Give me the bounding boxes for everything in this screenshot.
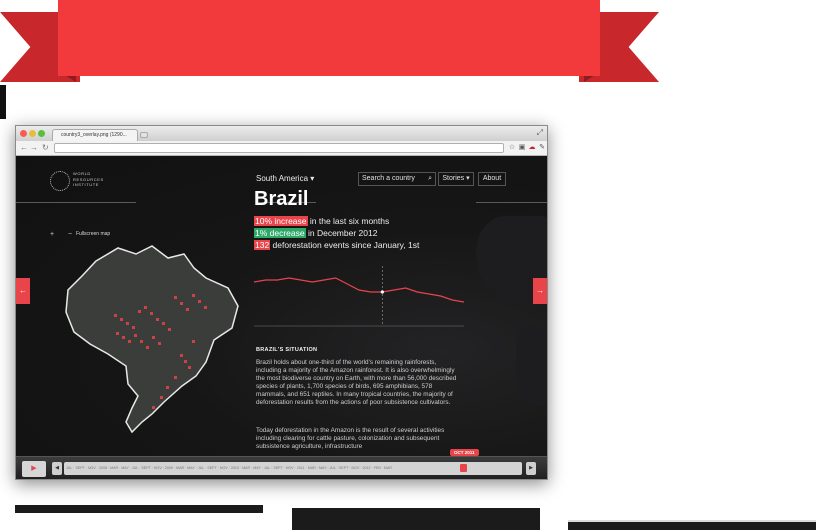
region-dropdown[interactable]: South America ▾: [256, 174, 314, 183]
chevron-left-icon: ◀: [55, 465, 59, 471]
bookmark-icon[interactable]: ☆: [508, 143, 516, 152]
chevron-right-icon: ▶: [529, 465, 533, 471]
about-button[interactable]: About: [478, 172, 506, 186]
tab-title: country3_overlay.png (1290...: [61, 132, 127, 138]
stat-events-text: deforestation events since January, 1st: [270, 240, 420, 250]
ribbon-banner: [58, 0, 600, 76]
timeline-current-label: OCT 2011: [450, 449, 479, 456]
stat-increase-highlight: 10% increase: [254, 216, 308, 226]
title-bar: country3_overlay.png (1290... ⤢: [16, 126, 547, 141]
brazil-map[interactable]: [56, 236, 256, 436]
maximize-window-button[interactable]: [38, 130, 45, 137]
play-button[interactable]: ▶: [22, 461, 46, 477]
search-label: Search a country: [362, 175, 415, 182]
logo-line-3: INSTITUTE: [73, 182, 100, 187]
stat-decrease: 1% decrease in December 2012: [254, 228, 377, 238]
search-country-input[interactable]: Search a country ⌕: [358, 172, 436, 186]
situation-paragraph-1: Brazil holds about one-third of the worl…: [256, 359, 457, 407]
web-page: WORLD RESOURCES INSTITUTE South America …: [16, 156, 547, 456]
back-icon[interactable]: ←: [20, 143, 28, 152]
logo-text: WORLD RESOURCES INSTITUTE: [73, 171, 133, 188]
bottom-strip-middle: [292, 508, 540, 530]
play-icon: ▶: [31, 465, 37, 472]
forward-icon[interactable]: →: [30, 143, 38, 152]
cloud-icon[interactable]: ☁: [528, 143, 536, 152]
situation-paragraph-2: Today deforestation in the Amazon is the…: [256, 427, 445, 451]
minimize-window-button[interactable]: [29, 130, 36, 137]
address-bar: ← → ↻ ☆ ▣ ☁ ✎: [16, 141, 547, 156]
trend-chart[interactable]: [254, 266, 464, 328]
stat-decrease-highlight: 1% decrease: [254, 228, 306, 238]
reload-icon[interactable]: ↻: [42, 143, 49, 152]
situation-title: BRAZIL'S SITUATION: [256, 347, 318, 353]
arrow-left-icon: ←: [19, 286, 27, 295]
divider-right: [476, 202, 547, 203]
stat-increase: 10% increase in the last six months: [254, 216, 389, 226]
extension-icon[interactable]: ▣: [518, 143, 526, 152]
browser-window: country3_overlay.png (1290... ⤢ ← → ↻ ☆ …: [15, 125, 548, 480]
stat-events-highlight: 132: [254, 240, 271, 250]
timeline-next-button[interactable]: ▶: [526, 462, 536, 475]
africa-south-landmass: [516, 326, 547, 406]
search-icon: ⌕: [428, 175, 432, 182]
edge-mark: [0, 85, 6, 119]
timeline-track[interactable]: JUL · SEPT · NOV · 2008 · MAR · MAY · JU…: [64, 462, 522, 475]
url-field[interactable]: [54, 143, 504, 153]
chart-series-line: [254, 277, 464, 303]
stat-events: 132 deforestation events since January, …: [254, 240, 419, 250]
stat-decrease-text: in December 2012: [305, 228, 378, 238]
divider-left: [16, 202, 136, 203]
timeline-bar: ▶ ◀ JUL · SEPT · NOV · 2008 · MAR · MAY …: [16, 449, 547, 479]
new-tab-button[interactable]: [140, 132, 148, 138]
previous-country-button[interactable]: ←: [16, 278, 30, 304]
stat-increase-text: in the last six months: [307, 216, 390, 226]
wri-logo-icon[interactable]: [50, 171, 70, 191]
timeline-prev-button[interactable]: ◀: [52, 462, 62, 475]
bottom-strip-right: [568, 520, 816, 530]
close-window-button[interactable]: [20, 130, 27, 137]
country-title: Brazil: [254, 188, 309, 210]
arrow-right-icon: →: [536, 286, 544, 295]
chart-marker-point[interactable]: [380, 290, 384, 294]
wrench-icon[interactable]: ✎: [538, 143, 546, 152]
stories-dropdown[interactable]: Stories ▾: [438, 172, 474, 186]
expand-icon[interactable]: ⤢: [537, 128, 543, 138]
browser-tab[interactable]: country3_overlay.png (1290...: [52, 129, 138, 141]
bottom-strip-left: [15, 505, 263, 513]
timeline-handle[interactable]: [460, 464, 467, 472]
next-country-button[interactable]: →: [533, 278, 547, 304]
